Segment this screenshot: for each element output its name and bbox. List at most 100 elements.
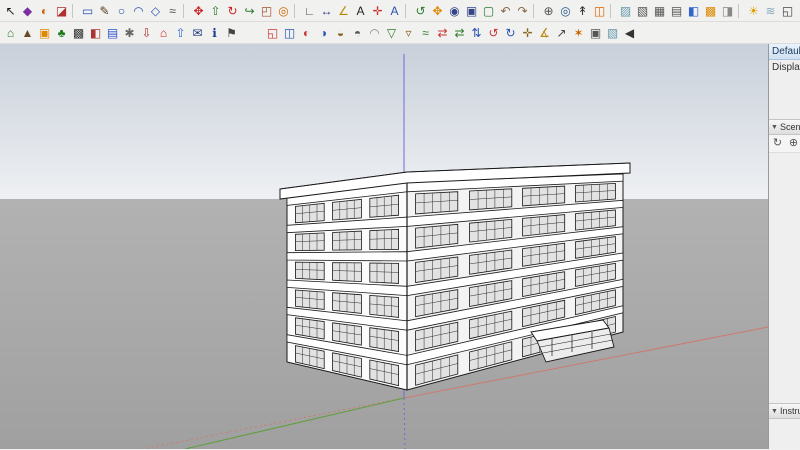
previous-view-icon: ↶ [500, 3, 511, 18]
shaded-mode-button[interactable]: ◧ [685, 2, 702, 20]
previous-view-button[interactable]: ↶ [497, 2, 514, 20]
pan-tool-button[interactable]: ✥ [429, 2, 446, 20]
rotate-ccw-button[interactable]: ↺ [485, 24, 502, 42]
drape-tool-button[interactable]: ▽ [383, 24, 400, 42]
soften-edges-button[interactable]: ◠ [366, 24, 383, 42]
polygon-tool-button[interactable]: ◇ [147, 2, 164, 20]
fog-toggle-button[interactable]: ≋ [762, 2, 779, 20]
tray-spacer [769, 76, 800, 119]
stamp-tool-button[interactable]: ▿ [400, 24, 417, 42]
rectangle-tool-button[interactable]: ▭ [79, 2, 96, 20]
label-tool-button[interactable]: ↗ [553, 24, 570, 42]
rotate-cw-icon: ↻ [505, 25, 516, 40]
eraser-tool-button[interactable]: ◪ [53, 2, 70, 20]
scene-svg[interactable] [0, 44, 768, 449]
shadows-toggle-button[interactable]: ☀ [745, 2, 762, 20]
position-camera-tool-button[interactable]: ⊕ [540, 2, 557, 20]
section-header-instructor[interactable]: ▼ Instructor [769, 403, 800, 419]
monochrome-mode-button[interactable]: ◨ [719, 2, 736, 20]
dimension-tool-icon: ↔ [320, 3, 333, 18]
add-location-button[interactable]: ⌂ [2, 24, 19, 42]
model-viewport[interactable] [0, 44, 768, 449]
trim-solids-button[interactable]: ◒ [332, 24, 349, 42]
smoove-tool-button[interactable]: ≈ [417, 24, 434, 42]
circle-tool-button[interactable]: ○ [113, 2, 130, 20]
send-to-layout-button[interactable]: ✉ [189, 24, 206, 42]
back-edges-mode-button[interactable]: ▧ [634, 2, 651, 20]
paint-bucket-button[interactable]: ◐ [36, 2, 53, 20]
model-info-button[interactable]: ℹ [206, 24, 223, 42]
tape-measure-tool-button[interactable]: ∟ [301, 2, 318, 20]
3d-text-tool-icon: A [390, 3, 399, 18]
3d-text-tool-button[interactable]: A [386, 2, 403, 20]
intersect-faces-button[interactable]: ◫ [281, 24, 298, 42]
wireframe-mode-icon: ▦ [653, 3, 666, 18]
axes-tool-button[interactable]: ✛ [369, 2, 386, 20]
next-view-button[interactable]: ↷ [514, 2, 531, 20]
3d-warehouse-button[interactable]: ⌂ [155, 24, 172, 42]
hidden-line-mode-button[interactable]: ▤ [668, 2, 685, 20]
add-scene-icon: ⊕ [788, 137, 799, 149]
iso-view-button[interactable]: ◱ [779, 2, 796, 20]
drape-tool-icon: ▽ [386, 25, 397, 40]
layers-panel-button[interactable]: ▤ [104, 24, 121, 42]
rotate-cw-button[interactable]: ↻ [502, 24, 519, 42]
tree-component-button[interactable]: ♣ [53, 24, 70, 42]
split-solids-button[interactable]: ◓ [349, 24, 366, 42]
preferences-button[interactable]: ✱ [121, 24, 138, 42]
explode-component-icon: ✶ [573, 25, 584, 40]
zoom-window-tool-button[interactable]: ▣ [463, 2, 480, 20]
previous-scene-button[interactable]: ◀ [621, 24, 638, 42]
zoom-extents-tool-button[interactable]: ▢ [480, 2, 497, 20]
preferences-icon: ✱ [124, 25, 135, 40]
make-group-button[interactable]: ▣ [587, 24, 604, 42]
section-header-scenes[interactable]: ▼ Scenes [769, 119, 800, 135]
toggle-terrain-button[interactable]: ▲ [19, 24, 36, 42]
dimension-tool-button[interactable]: ↔ [318, 2, 335, 20]
section-plane-tool-button[interactable]: ◫ [591, 2, 608, 20]
checker-material-button[interactable]: ▩ [70, 24, 87, 42]
explode-component-button[interactable]: ✶ [570, 24, 587, 42]
follow-me-tool-icon: ↪ [244, 3, 255, 18]
union-solids-button[interactable]: ◐ [298, 24, 315, 42]
protractor-tool-button[interactable]: ∠ [335, 2, 352, 20]
intersect-faces-icon: ◫ [283, 25, 296, 40]
x-ray-mode-button[interactable]: ▨ [617, 2, 634, 20]
textured-mode-button[interactable]: ▩ [702, 2, 719, 20]
tray-title-bar[interactable]: Default [769, 44, 800, 60]
freehand-tool-button[interactable]: ≈ [164, 2, 181, 20]
arc-tool-button[interactable]: ◠ [130, 2, 147, 20]
subtract-solids-button[interactable]: ◑ [315, 24, 332, 42]
scale-tool-button[interactable]: ◰ [258, 2, 275, 20]
make-component-button[interactable]: ◆ [19, 2, 36, 20]
orbit-tool-button[interactable]: ↺ [412, 2, 429, 20]
help-flag-button[interactable]: ⚑ [223, 24, 240, 42]
align-axes-button[interactable]: ✛ [519, 24, 536, 42]
style-edit-button[interactable]: ◧ [87, 24, 104, 42]
photo-textures-button[interactable]: ▣ [36, 24, 53, 42]
share-model-button[interactable]: ⇧ [172, 24, 189, 42]
outer-shell-button[interactable]: ◱ [264, 24, 281, 42]
scenes-toolbar: ↻ ⊕ [769, 135, 800, 153]
look-around-tool-button[interactable]: ◎ [557, 2, 574, 20]
flip-red-button[interactable]: ⇄ [434, 24, 451, 42]
zoom-selection-button[interactable]: ⊞ [796, 2, 800, 20]
move-tool-button[interactable]: ✥ [190, 2, 207, 20]
follow-me-tool-button[interactable]: ↪ [241, 2, 258, 20]
flip-blue-button[interactable]: ⇅ [468, 24, 485, 42]
wireframe-mode-button[interactable]: ▦ [651, 2, 668, 20]
extension-warehouse-button[interactable]: ⇩ [138, 24, 155, 42]
line-tool-button[interactable]: ✎ [96, 2, 113, 20]
angular-dimension-button[interactable]: ∡ [536, 24, 553, 42]
refresh-scene-button[interactable]: ↻ [771, 136, 784, 151]
zoom-tool-button[interactable]: ◉ [446, 2, 463, 20]
hide-similar-button[interactable]: ▧ [604, 24, 621, 42]
walk-tool-button[interactable]: ↟ [574, 2, 591, 20]
push-pull-tool-button[interactable]: ⇧ [207, 2, 224, 20]
offset-tool-button[interactable]: ◎ [275, 2, 292, 20]
flip-green-button[interactable]: ⇄ [451, 24, 468, 42]
select-tool-button[interactable]: ↖ [2, 2, 19, 20]
add-scene-button[interactable]: ⊕ [787, 136, 800, 151]
text-tool-button[interactable]: A [352, 2, 369, 20]
rotate-tool-button[interactable]: ↻ [224, 2, 241, 20]
